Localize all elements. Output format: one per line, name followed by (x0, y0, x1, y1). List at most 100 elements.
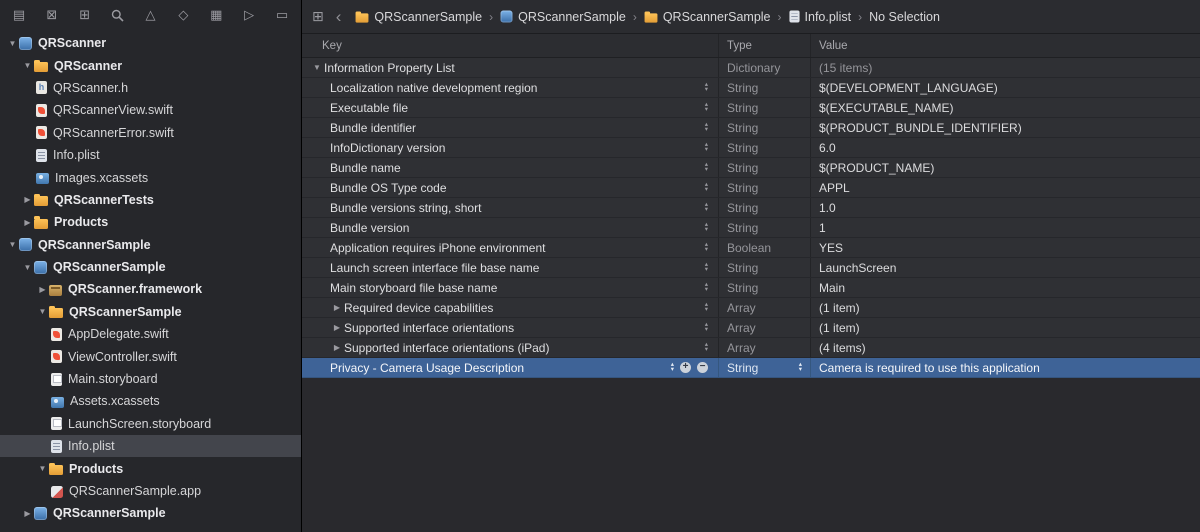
project-navigator-icon[interactable]: ▤ (11, 7, 27, 23)
file-tree-item[interactable]: ▼ QRScannerSample (0, 256, 301, 278)
disclosure-triangle-icon[interactable]: ▼ (21, 263, 34, 272)
plist-row[interactable]: ▶ Supported interface orientations (iPad)… (302, 338, 1200, 358)
file-tree-item[interactable]: QRScanner.h (0, 77, 301, 99)
plist-type-cell[interactable]: Boolean (718, 238, 810, 257)
file-tree-item[interactable]: ▼ QRScanner (0, 54, 301, 76)
issue-navigator-icon[interactable]: △ (143, 7, 159, 23)
disclosure-triangle-icon[interactable]: ▼ (6, 39, 19, 48)
remove-row-button[interactable]: − (697, 361, 708, 373)
symbol-navigator-icon[interactable]: ⊞ (77, 7, 93, 23)
plist-value-cell[interactable]: YES (810, 238, 1199, 257)
breadcrumb-item[interactable]: QRScannerSample (644, 10, 771, 24)
plist-row[interactable]: Launch screen interface file base name ▴ ▾… (302, 258, 1200, 278)
plist-type-cell[interactable]: String (718, 278, 810, 297)
file-tree-item[interactable]: ▼ QRScanner (0, 32, 301, 54)
disclosure-triangle-icon[interactable]: ▶ (36, 285, 49, 294)
key-stepper-icon[interactable]: ▴ ▾ (705, 261, 708, 272)
plist-type-cell[interactable]: Array (718, 318, 810, 337)
plist-value-cell[interactable]: (15 items) (810, 58, 1199, 77)
key-stepper-icon[interactable]: ▴ ▾ (705, 181, 708, 192)
file-tree-item[interactable]: ▼ QRScannerSample (0, 234, 301, 256)
disclosure-triangle-icon[interactable]: ▶ (21, 509, 34, 518)
plist-type-cell[interactable]: Dictionary (718, 58, 810, 77)
plist-row[interactable]: Bundle version ▴ ▾ String 1 (302, 218, 1200, 238)
key-stepper-icon[interactable]: ▴ ▾ (705, 301, 708, 312)
breadcrumb-item[interactable]: QRScannerSample (355, 10, 482, 24)
file-tree-item[interactable]: LaunchScreen.storyboard (0, 413, 301, 435)
type-dropdown-icon[interactable]: ▴ ▾ (799, 361, 802, 372)
disclosure-triangle-icon[interactable]: ▶ (330, 303, 344, 312)
key-stepper-icon[interactable]: ▴ ▾ (705, 161, 708, 172)
plist-row[interactable]: ▶ Required device capabilities ▴ ▾ Array (1 i… (302, 298, 1200, 318)
plist-value-cell[interactable]: Camera is required to use this applicati… (810, 358, 1199, 377)
breakpoint-navigator-icon[interactable]: ▷ (241, 7, 257, 23)
file-tree-item[interactable]: ▶ QRScannerTests (0, 189, 301, 211)
file-tree-item[interactable]: ▶ QRScannerSample (0, 502, 301, 524)
file-tree-item[interactable]: Info.plist (0, 435, 301, 458)
plist-type-cell[interactable]: String (718, 158, 810, 177)
debug-navigator-icon[interactable]: ▦ (208, 7, 224, 23)
file-tree-item[interactable]: QRScannerView.swift (0, 99, 301, 121)
disclosure-triangle-icon[interactable]: ▶ (21, 195, 34, 204)
file-tree-item[interactable]: ▼ Products (0, 457, 301, 479)
disclosure-triangle-icon[interactable]: ▼ (21, 61, 34, 70)
plist-row[interactable]: Main storyboard file base name ▴ ▾ String Ma… (302, 278, 1200, 298)
related-items-icon[interactable]: ⊞ (312, 8, 324, 25)
test-navigator-icon[interactable]: ◇ (175, 7, 191, 23)
plist-row[interactable]: Application requires iPhone environment ▴… (302, 238, 1200, 258)
plist-value-cell[interactable]: $(PRODUCT_BUNDLE_IDENTIFIER) (810, 118, 1199, 137)
plist-value-cell[interactable]: Main (810, 278, 1199, 297)
plist-row[interactable]: Privacy - Camera Usage Description ▴ ▾ + − St… (302, 358, 1200, 378)
search-icon[interactable] (110, 9, 126, 22)
plist-value-cell[interactable]: 1 (810, 218, 1199, 237)
disclosure-triangle-icon[interactable]: ▼ (36, 307, 49, 316)
key-stepper-icon[interactable]: ▴ ▾ (705, 241, 708, 252)
disclosure-triangle-icon[interactable]: ▶ (330, 343, 344, 352)
file-tree-item[interactable]: ViewController.swift (0, 345, 301, 367)
plist-row[interactable]: Executable file ▴ ▾ String $(EXECUTABLE_NAME… (302, 98, 1200, 118)
plist-type-cell[interactable]: String (718, 258, 810, 277)
plist-row[interactable]: Bundle OS Type code ▴ ▾ String APPL (302, 178, 1200, 198)
plist-row[interactable]: ▶ Supported interface orientations ▴ ▾ Array… (302, 318, 1200, 338)
disclosure-triangle-icon[interactable]: ▼ (310, 63, 324, 72)
file-tree-item[interactable]: ▶ QRScanner.framework (0, 278, 301, 300)
plist-type-cell[interactable]: String (718, 218, 810, 237)
plist-type-cell[interactable]: String (718, 138, 810, 157)
plist-row[interactable]: Localization native development region ▴ ▾… (302, 78, 1200, 98)
plist-type-cell[interactable]: Array (718, 298, 810, 317)
key-stepper-icon[interactable]: ▴ ▾ (705, 101, 708, 112)
disclosure-triangle-icon[interactable]: ▼ (6, 240, 19, 249)
plist-value-cell[interactable]: (1 item) (810, 298, 1199, 317)
file-tree-item[interactable]: Assets.xcassets (0, 390, 301, 412)
plist-type-cell[interactable]: String (718, 198, 810, 217)
plist-value-cell[interactable]: 6.0 (810, 138, 1199, 157)
plist-row[interactable]: Bundle name ▴ ▾ String $(PRODUCT_NAME) (302, 158, 1200, 178)
plist-value-cell[interactable]: (4 items) (810, 338, 1199, 357)
column-header-value[interactable]: Value (810, 34, 1199, 57)
plist-value-cell[interactable]: $(PRODUCT_NAME) (810, 158, 1199, 177)
plist-type-cell[interactable]: String (718, 98, 810, 117)
file-tree-item[interactable]: Info.plist (0, 144, 301, 166)
plist-row[interactable]: Bundle identifier ▴ ▾ String $(PRODUCT_BUNDL… (302, 118, 1200, 138)
breadcrumb-item[interactable]: No Selection (869, 10, 940, 24)
file-tree-item[interactable]: QRScannerSample.app (0, 480, 301, 502)
file-tree-item[interactable]: ▼ QRScannerSample (0, 301, 301, 323)
plist-type-cell[interactable]: Array (718, 338, 810, 357)
file-tree-item[interactable]: Images.xcassets (0, 166, 301, 188)
file-tree-item[interactable]: ▶ Products (0, 211, 301, 233)
back-button[interactable]: ‹ (336, 8, 342, 25)
plist-type-cell[interactable]: String (718, 178, 810, 197)
source-control-icon[interactable]: ⊠ (44, 7, 60, 23)
file-tree-item[interactable]: QRScannerError.swift (0, 122, 301, 144)
disclosure-triangle-icon[interactable]: ▼ (36, 464, 49, 473)
column-header-key[interactable]: Key (302, 34, 718, 57)
plist-type-cell[interactable]: String ▴ ▾ (718, 358, 810, 377)
key-stepper-icon[interactable]: ▴ ▾ (671, 361, 674, 372)
plist-type-cell[interactable]: String (718, 78, 810, 97)
key-stepper-icon[interactable]: ▴ ▾ (705, 321, 708, 332)
plist-value-cell[interactable]: LaunchScreen (810, 258, 1199, 277)
report-navigator-icon[interactable]: ▭ (274, 7, 290, 23)
key-stepper-icon[interactable]: ▴ ▾ (705, 81, 708, 92)
key-stepper-icon[interactable]: ▴ ▾ (705, 201, 708, 212)
column-header-type[interactable]: Type (718, 34, 810, 57)
